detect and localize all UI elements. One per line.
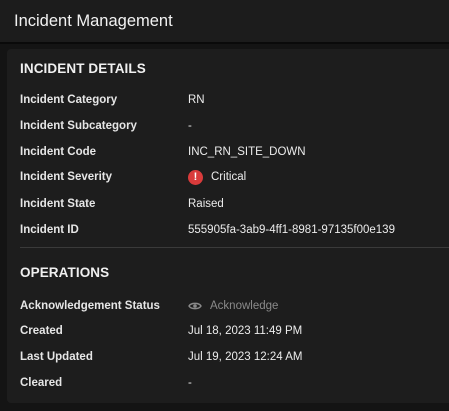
row-incident-state: Incident State Raised	[20, 196, 449, 212]
incident-subcategory-label: Incident Subcategory	[20, 120, 137, 132]
panel-header: Incident Management	[0, 0, 449, 44]
incident-management-panel: Incident Management INCIDENT DETAILS Inc…	[0, 0, 449, 411]
incident-category-label: Incident Category	[20, 94, 118, 106]
row-incident-severity: Incident Severity ! Critical	[20, 169, 449, 185]
incident-id-value: 555905fa-3ab9-4ff1-8981-97135f00e139	[188, 224, 395, 236]
created-label: Created	[20, 325, 63, 337]
row-created: Created Jul 18, 2023 11:49 PM	[20, 323, 449, 339]
row-incident-category: Incident Category RN	[20, 92, 449, 108]
incident-code-label: Incident Code	[20, 146, 97, 158]
incident-severity-value: ! Critical	[188, 169, 247, 185]
row-incident-subcategory: Incident Subcategory -	[20, 118, 449, 134]
row-cleared: Cleared -	[20, 375, 449, 391]
row-incident-id: Incident ID 555905fa-3ab9-4ff1-8981-9713…	[20, 222, 449, 238]
exclamation-circle-icon: !	[188, 169, 203, 185]
last-updated-value: Jul 19, 2023 12:24 AM	[188, 351, 303, 363]
incident-state-label: Incident State	[20, 198, 96, 210]
row-acknowledgement-status: Acknowledgement Status Acknowledge	[20, 298, 449, 314]
cleared-value: -	[188, 377, 192, 389]
cleared-label: Cleared	[20, 377, 63, 389]
operations-title: OPERATIONS	[20, 265, 110, 280]
last-updated-label: Last Updated	[20, 351, 93, 363]
eye-icon	[188, 301, 202, 311]
row-incident-code: Incident Code INC_RN_SITE_DOWN	[20, 144, 449, 160]
acknowledge-label: Acknowledge	[210, 300, 279, 312]
section-divider	[20, 247, 449, 248]
acknowledge-button[interactable]: Acknowledge	[188, 300, 278, 312]
incident-severity-label: Incident Severity	[20, 171, 113, 183]
panel-title: Incident Management	[14, 11, 173, 30]
acknowledgement-status-label: Acknowledgement Status	[20, 300, 160, 312]
severity-text: Critical	[211, 171, 247, 183]
incident-details-title: INCIDENT DETAILS	[20, 61, 146, 76]
incident-category-value: RN	[188, 94, 205, 106]
incident-code-value: INC_RN_SITE_DOWN	[188, 146, 306, 158]
created-value: Jul 18, 2023 11:49 PM	[188, 325, 303, 337]
incident-subcategory-value: -	[188, 120, 192, 132]
incident-id-label: Incident ID	[20, 224, 79, 236]
incident-state-value: Raised	[188, 198, 224, 210]
incident-body: INCIDENT DETAILS Incident Category RN In…	[7, 49, 449, 403]
row-last-updated: Last Updated Jul 19, 2023 12:24 AM	[20, 349, 449, 365]
